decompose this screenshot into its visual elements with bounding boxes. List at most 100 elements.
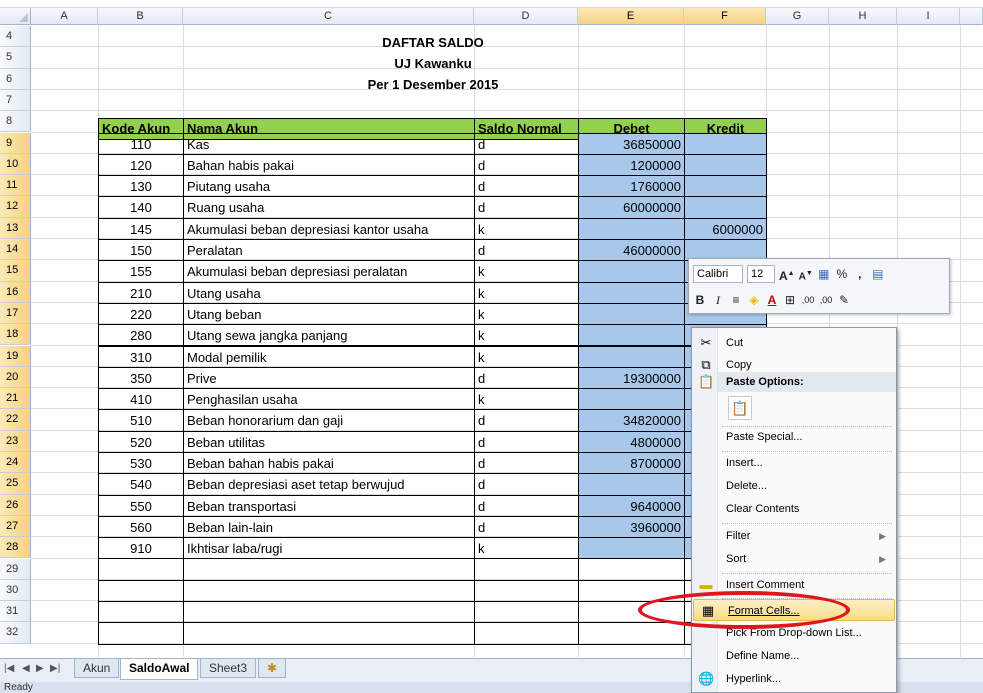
- cell-kode-akun[interactable]: 350: [98, 366, 184, 390]
- cell-debet[interactable]: 36850000: [578, 132, 685, 155]
- cell-kode-akun[interactable]: 155: [98, 260, 184, 283]
- row-header[interactable]: 6: [0, 68, 31, 90]
- cell-debet[interactable]: 19300000: [578, 366, 685, 390]
- prev-sheet-icon[interactable]: ◀: [22, 663, 30, 674]
- cell-saldo-normal[interactable]: d: [474, 175, 579, 198]
- cell-kode-akun[interactable]: 210: [98, 281, 184, 304]
- column-header-h[interactable]: H: [829, 8, 897, 25]
- empty-cell[interactable]: [474, 601, 579, 624]
- grow-font-icon[interactable]: A▲: [779, 265, 795, 283]
- decrease-decimal-button[interactable]: ,00: [819, 291, 833, 309]
- cell-kode-akun[interactable]: 310: [98, 345, 184, 368]
- cell-saldo-normal[interactable]: d: [474, 473, 579, 496]
- cell-kode-akun[interactable]: 530: [98, 452, 184, 475]
- cell-nama-akun[interactable]: Beban bahan habis pakai: [183, 452, 475, 475]
- cell-saldo-normal[interactable]: k: [474, 281, 579, 304]
- accounting-format-icon[interactable]: ▦: [817, 265, 831, 283]
- cell-nama-akun[interactable]: Penghasilan usaha: [183, 388, 475, 411]
- cell-saldo-normal[interactable]: d: [474, 239, 579, 262]
- first-sheet-icon[interactable]: |◀: [4, 663, 14, 674]
- cell-saldo-normal[interactable]: d: [474, 430, 579, 453]
- cell-debet[interactable]: 9640000: [578, 494, 685, 517]
- row-header[interactable]: 24: [0, 452, 31, 474]
- cell-debet[interactable]: [578, 473, 685, 496]
- cell-debet[interactable]: [578, 537, 685, 560]
- cell-kode-akun[interactable]: 540: [98, 473, 184, 496]
- cell-nama-akun[interactable]: Kas: [183, 132, 475, 155]
- cell-kode-akun[interactable]: 130: [98, 175, 184, 198]
- column-header-g[interactable]: G: [766, 8, 829, 25]
- row-header[interactable]: 14: [0, 239, 31, 261]
- empty-cell[interactable]: [578, 579, 685, 603]
- menu-item-clear-contents[interactable]: Clear Contents: [692, 498, 896, 520]
- font-size-box[interactable]: 12: [747, 265, 775, 283]
- cell-kredit[interactable]: [684, 132, 767, 155]
- cell-nama-akun[interactable]: Ruang usaha: [183, 196, 475, 219]
- cell-kode-akun[interactable]: 510: [98, 409, 184, 432]
- cell-nama-akun[interactable]: Beban honorarium dan gaji: [183, 409, 475, 432]
- column-header-i[interactable]: I: [897, 8, 960, 25]
- row-header[interactable]: 17: [0, 302, 31, 325]
- cell-nama-akun[interactable]: Beban utilitas: [183, 430, 475, 453]
- bold-button[interactable]: B: [693, 291, 707, 309]
- row-header[interactable]: 19: [0, 345, 31, 367]
- row-header[interactable]: 22: [0, 409, 31, 431]
- empty-cell[interactable]: [578, 601, 685, 624]
- row-header[interactable]: 23: [0, 430, 31, 452]
- row-header[interactable]: 26: [0, 494, 31, 516]
- cell-debet[interactable]: 4800000: [578, 430, 685, 453]
- cell-nama-akun[interactable]: Utang beban: [183, 302, 475, 326]
- font-color-button[interactable]: A: [765, 291, 779, 309]
- cell-debet[interactable]: [578, 260, 685, 283]
- cell-debet[interactable]: 34820000: [578, 409, 685, 432]
- sheet-tab-sheet3[interactable]: Sheet3: [200, 659, 257, 678]
- sheet-tab-saldoawal[interactable]: SaldoAwal: [120, 659, 199, 680]
- cell-nama-akun[interactable]: Prive: [183, 366, 475, 390]
- cell-debet[interactable]: 3960000: [578, 515, 685, 539]
- menu-item-format-cells[interactable]: ▦ Format Cells...: [693, 599, 895, 621]
- cell-saldo-normal[interactable]: k: [474, 217, 579, 240]
- cell-nama-akun[interactable]: Bahan habis pakai: [183, 153, 475, 177]
- row-header[interactable]: 9: [0, 132, 31, 154]
- row-header[interactable]: 15: [0, 260, 31, 282]
- cell-saldo-normal[interactable]: k: [474, 260, 579, 283]
- cell-nama-akun[interactable]: Piutang usaha: [183, 175, 475, 198]
- cell-debet[interactable]: [578, 217, 685, 240]
- cell-debet[interactable]: 1760000: [578, 175, 685, 198]
- cell-kode-akun[interactable]: 145: [98, 217, 184, 240]
- borders-icon[interactable]: ⊞: [783, 291, 797, 309]
- empty-cell[interactable]: [98, 622, 184, 645]
- cell-nama-akun[interactable]: Modal pemilik: [183, 345, 475, 368]
- cell-saldo-normal[interactable]: k: [474, 345, 579, 368]
- cell-saldo-normal[interactable]: d: [474, 409, 579, 432]
- menu-item-filter[interactable]: Filter ▶: [692, 525, 896, 547]
- cell-debet[interactable]: 60000000: [578, 196, 685, 219]
- row-header[interactable]: 5: [0, 47, 31, 69]
- row-header[interactable]: 13: [0, 217, 31, 239]
- cell-nama-akun[interactable]: Beban depresiasi aset tetap berwujud: [183, 473, 475, 496]
- row-header[interactable]: 28: [0, 537, 31, 559]
- italic-button[interactable]: I: [711, 291, 725, 309]
- last-sheet-icon[interactable]: ▶|: [50, 663, 60, 674]
- select-all-corner[interactable]: [0, 8, 31, 25]
- empty-cell[interactable]: [98, 601, 184, 624]
- empty-cell[interactable]: [578, 622, 685, 645]
- cell-debet[interactable]: [578, 324, 685, 347]
- format-painter-table-icon[interactable]: ▤: [871, 265, 885, 283]
- cell-saldo-normal[interactable]: k: [474, 302, 579, 326]
- cell-debet[interactable]: [578, 281, 685, 304]
- cell-kredit[interactable]: [684, 196, 767, 219]
- cell-kredit[interactable]: 6000000: [684, 217, 767, 240]
- cell-nama-akun[interactable]: Akumulasi beban depresiasi peralatan: [183, 260, 475, 283]
- cell-nama-akun[interactable]: Beban transportasi: [183, 494, 475, 517]
- column-header-a[interactable]: A: [31, 8, 98, 25]
- sheet-tab-akun[interactable]: Akun: [74, 659, 120, 678]
- menu-item-define-name[interactable]: Define Name...: [692, 645, 896, 667]
- percent-style-button[interactable]: %: [835, 265, 849, 283]
- cell-saldo-normal[interactable]: k: [474, 324, 579, 347]
- menu-item-hyperlink[interactable]: 🌐 Hyperlink...: [692, 668, 896, 690]
- row-header[interactable]: 25: [0, 473, 31, 495]
- empty-cell[interactable]: [578, 558, 685, 581]
- cell-saldo-normal[interactable]: d: [474, 452, 579, 475]
- empty-cell[interactable]: [183, 579, 475, 603]
